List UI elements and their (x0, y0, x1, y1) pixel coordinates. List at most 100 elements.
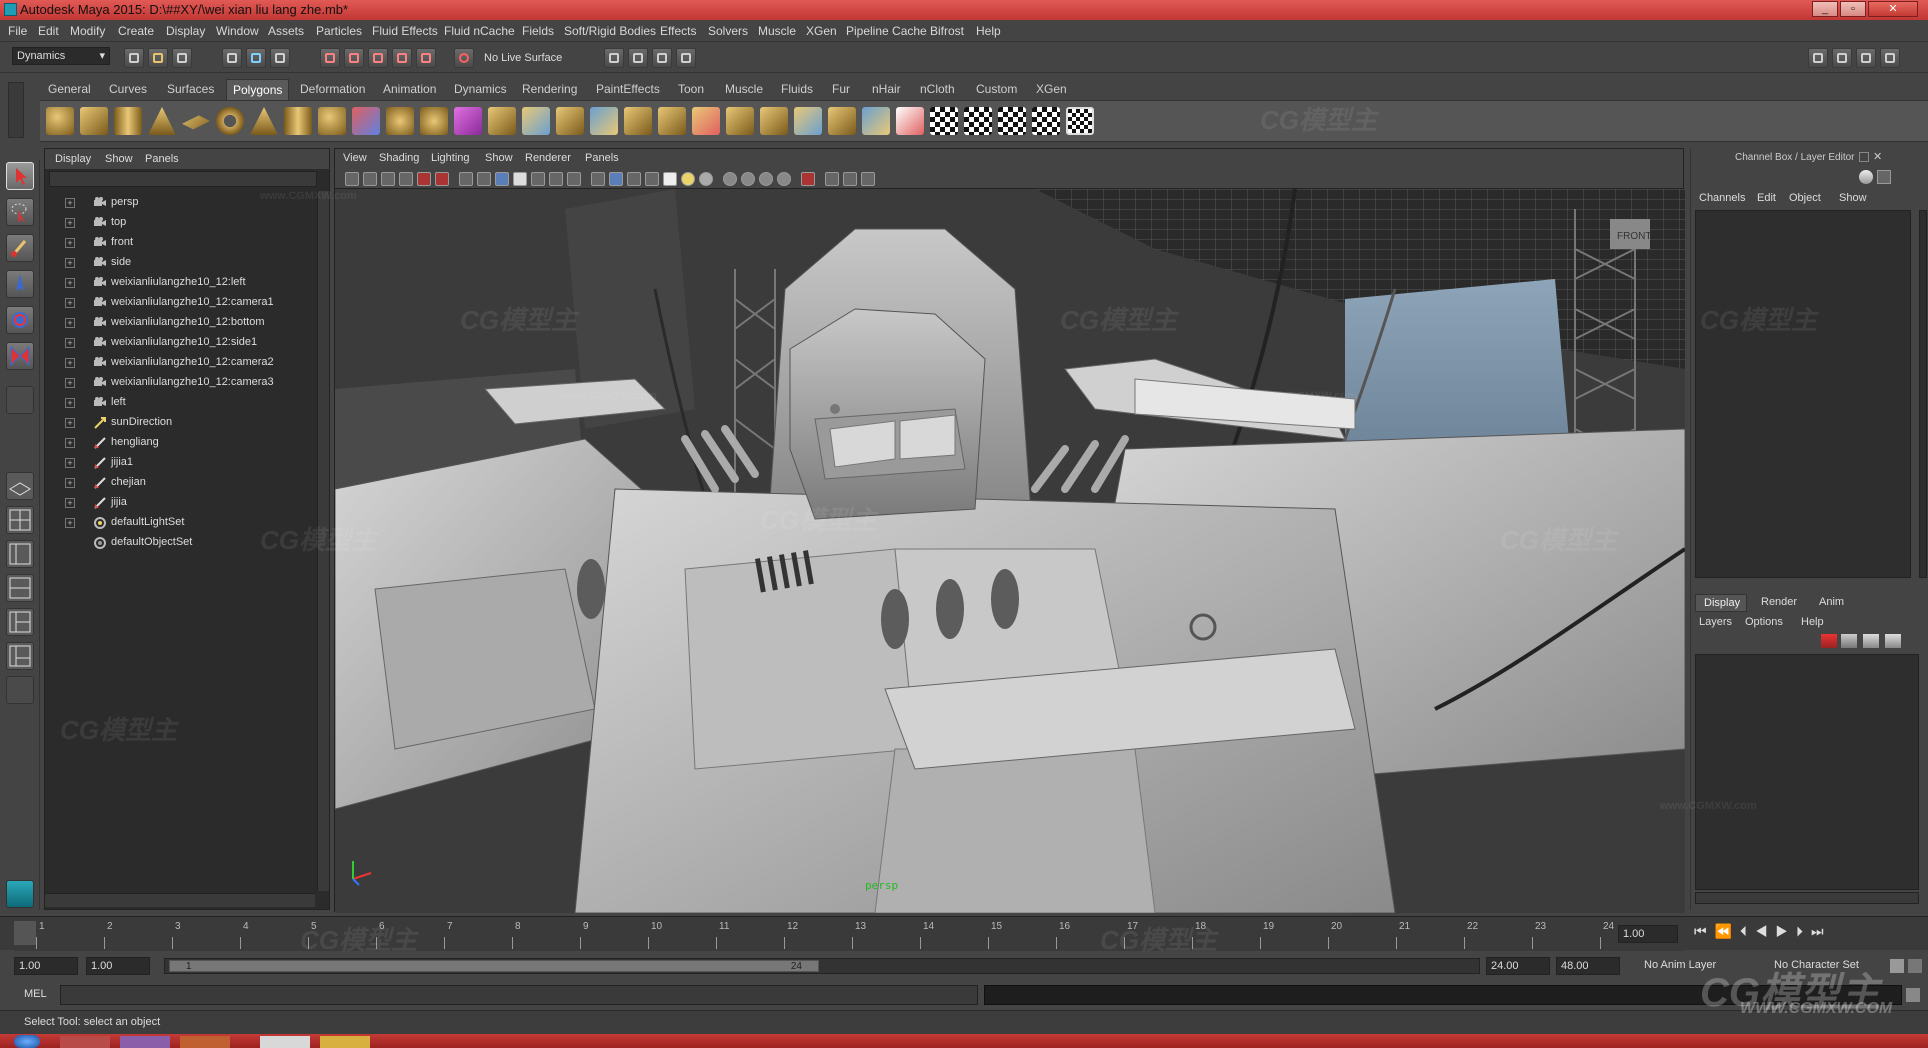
playback-end-field[interactable]: 24.00 (1486, 957, 1550, 975)
poly-cone-icon[interactable] (148, 107, 176, 135)
animation-end-field[interactable]: 48.00 (1556, 957, 1620, 975)
bookmarks-icon[interactable] (381, 172, 395, 186)
outliner-item[interactable]: + weixianliulangzhe10_12:bottom (45, 313, 315, 333)
taskbar-app-icon[interactable] (60, 1036, 110, 1048)
mirror-geometry-icon[interactable] (590, 107, 618, 135)
shelf-tab-surfaces[interactable]: Surfaces (167, 82, 214, 96)
new-layer-icon[interactable] (1841, 634, 1857, 648)
spherical-mapping-icon[interactable] (998, 107, 1026, 135)
poly-cylinder-icon[interactable] (114, 107, 142, 135)
viewport-menu-shading[interactable]: Shading (379, 152, 419, 164)
expand-icon[interactable]: + (65, 358, 75, 368)
render-view-icon[interactable] (604, 48, 624, 68)
shelf-tab-nhair[interactable]: nHair (872, 82, 901, 96)
multisample-aa-icon[interactable] (741, 172, 755, 186)
start-button-icon[interactable] (14, 1035, 40, 1048)
move-tool-icon[interactable] (6, 270, 34, 298)
expand-icon[interactable]: + (65, 378, 75, 388)
toggle-attribute-editor-icon[interactable] (1808, 48, 1828, 68)
minimize-button[interactable]: _ (1812, 1, 1838, 17)
viewport-menu-renderer[interactable]: Renderer (525, 152, 571, 164)
rotate-tool-icon[interactable] (6, 306, 34, 334)
layer-menu-help[interactable]: Help (1801, 616, 1824, 628)
booleans-difference-icon[interactable] (522, 107, 550, 135)
layer-menu-layers[interactable]: Layers (1699, 616, 1732, 628)
outliner-horizontal-scrollbar[interactable] (45, 893, 315, 907)
play-forwards-icon[interactable]: ▶ (1776, 923, 1797, 939)
shelf-tab-ncloth[interactable]: nCloth (920, 82, 955, 96)
scale-tool-icon[interactable] (6, 342, 34, 370)
go-to-end-icon[interactable]: ⏭ (1811, 923, 1832, 939)
outliner-item[interactable]: + jijia1 (45, 453, 315, 473)
attribute-icon[interactable] (1859, 170, 1873, 184)
close-button[interactable]: ✕ (1868, 1, 1918, 17)
custom-layout-icon[interactable] (6, 676, 34, 704)
offset-edge-loop-icon[interactable] (828, 107, 856, 135)
motion-blur-icon[interactable] (723, 172, 737, 186)
paint-select-tool-icon[interactable] (6, 234, 34, 262)
render-settings-icon[interactable] (676, 48, 696, 68)
character-set-dropdown[interactable]: No Character Set (1770, 957, 1880, 975)
viewport-menu-show[interactable]: Show (485, 152, 513, 164)
menu-effects[interactable]: Effects (660, 24, 696, 38)
xray-components-icon[interactable] (843, 172, 857, 186)
outliner-item[interactable]: + weixianliulangzhe10_12:camera2 (45, 353, 315, 373)
expand-icon[interactable]: + (65, 218, 75, 228)
outliner-item[interactable]: + defaultLightSet (45, 513, 315, 533)
maximize-button[interactable]: ▫ (1840, 1, 1866, 17)
outliner-filter-field[interactable] (49, 171, 317, 187)
append-to-polygon-icon[interactable] (692, 107, 720, 135)
snap-point-icon[interactable] (368, 48, 388, 68)
insert-edge-loop-icon[interactable] (794, 107, 822, 135)
outliner-item[interactable]: + hengliang (45, 433, 315, 453)
hypershade-layout-icon[interactable] (6, 608, 34, 636)
select-hierarchy-icon[interactable] (222, 48, 242, 68)
last-tool-icon[interactable] (6, 386, 34, 414)
channel-box-area[interactable] (1695, 210, 1911, 578)
menu-pipeline-cache[interactable]: Pipeline Cache (846, 24, 927, 38)
expand-icon[interactable]: + (65, 498, 75, 508)
wireframe-icon[interactable] (591, 172, 605, 186)
menu-assets[interactable]: Assets (268, 24, 304, 38)
safe-action-icon[interactable] (549, 172, 563, 186)
expand-icon[interactable]: + (65, 298, 75, 308)
range-bar-track[interactable]: 1 24 (164, 958, 1480, 974)
lasso-tool-icon[interactable] (6, 198, 34, 226)
planar-mapping-icon[interactable] (930, 107, 958, 135)
menu-soft-rigid-bodies[interactable]: Soft/Rigid Bodies (564, 24, 656, 38)
taskbar-app-icon[interactable] (180, 1036, 230, 1048)
cylindrical-mapping-icon[interactable] (964, 107, 992, 135)
toggle-tool-settings-icon[interactable] (1832, 48, 1852, 68)
command-input[interactable] (60, 985, 978, 1005)
expand-icon[interactable]: + (65, 438, 75, 448)
gate-mask-icon[interactable] (513, 172, 527, 186)
share-icon[interactable] (861, 172, 875, 186)
new-layer-selected-icon[interactable] (1821, 634, 1837, 648)
viewport-menu-lighting[interactable]: Lighting (431, 152, 470, 164)
play-backwards-icon[interactable]: ◀ (1755, 923, 1776, 939)
poly-plane-icon[interactable] (182, 115, 210, 130)
outliner-item[interactable]: + weixianliulangzhe10_12:camera1 (45, 293, 315, 313)
layer-list-area[interactable] (1695, 654, 1919, 890)
menu-help[interactable]: Help (976, 24, 1001, 38)
make-live-icon[interactable] (416, 48, 436, 68)
current-frame-field[interactable]: 1.00 (1618, 925, 1678, 943)
shelf-menu-button[interactable] (8, 82, 24, 138)
2d-pan-zoom-icon[interactable] (417, 172, 431, 186)
channel-box-menu-object[interactable]: Object (1789, 192, 1821, 204)
command-language-label[interactable]: MEL (24, 988, 47, 1000)
layer-menu-options[interactable]: Options (1745, 616, 1783, 628)
next-key-icon[interactable]: ⏵ (1796, 923, 1811, 939)
snap-view-plane-icon[interactable] (392, 48, 412, 68)
menu-display[interactable]: Display (166, 24, 205, 38)
outliner-persp-graph-layout-icon[interactable] (6, 642, 34, 670)
expand-icon[interactable]: + (65, 198, 75, 208)
shelf-tab-xgen[interactable]: XGen (1036, 82, 1067, 96)
menu-fluid-effects[interactable]: Fluid Effects (372, 24, 438, 38)
ipr-render-icon[interactable] (652, 48, 672, 68)
move-layer-up-icon[interactable] (1863, 634, 1879, 648)
outliner-vertical-scrollbar[interactable] (317, 191, 329, 891)
use-all-lights-icon[interactable] (663, 172, 677, 186)
time-slider[interactable]: 1 2 3 4 5 6 7 8 9 10 11 12 13 14 15 16 17 18 19 20 21 22 23 24 … (0, 916, 1928, 951)
four-view-layout-icon[interactable] (6, 506, 34, 534)
